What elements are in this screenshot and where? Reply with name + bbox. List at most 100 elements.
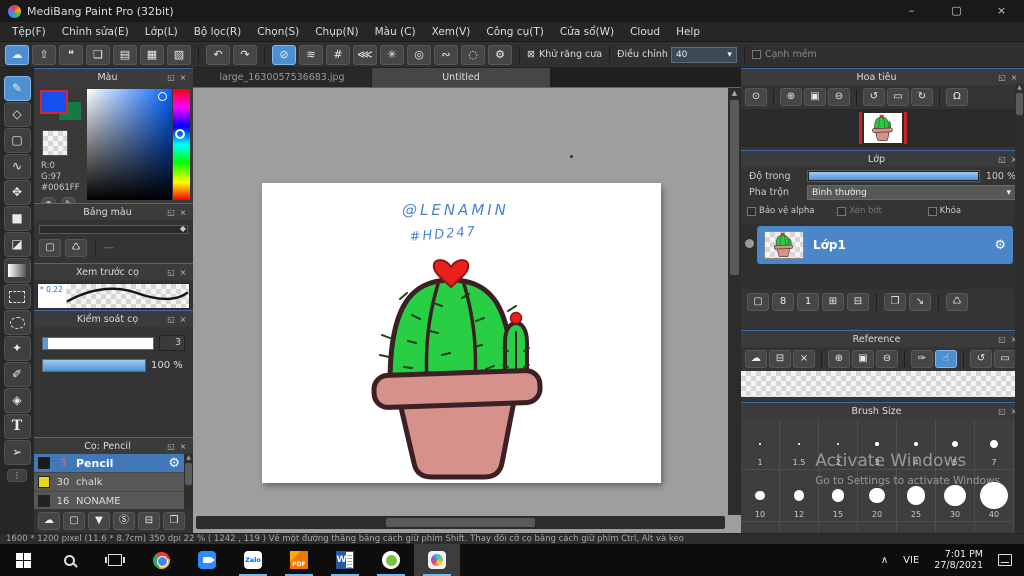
bucket-tool[interactable]: ◪ [3, 232, 31, 257]
palette-new-button[interactable]: ▢ [39, 239, 61, 257]
snap-grid-button[interactable]: # [326, 44, 350, 65]
rotate-ccw-button[interactable]: ↺ [863, 88, 885, 106]
brush-list-header[interactable]: Cọ: Pencil ◱ × [34, 438, 193, 454]
taskbar-search-button[interactable] [46, 544, 92, 576]
menu-item[interactable]: Chỉnh sửa(E) [54, 26, 137, 38]
notification-center-icon[interactable] [998, 554, 1012, 566]
select-pen-tool[interactable]: ✐ [3, 362, 31, 387]
menu-item[interactable]: Lớp(L) [137, 26, 186, 38]
taskbar-zalo[interactable]: Zalo [230, 544, 276, 576]
clipping-checkbox[interactable] [837, 206, 847, 216]
zoom-out-button[interactable]: ⊖ [828, 88, 850, 106]
saturation-value-picker[interactable] [87, 89, 172, 200]
chat-button[interactable]: ❝ [59, 44, 83, 65]
canvas-viewport[interactable]: @LENAMIN #HD247 [193, 88, 741, 533]
layer-visibility-icon[interactable] [745, 239, 754, 248]
document-button[interactable]: ▤ [113, 44, 137, 65]
popout-icon[interactable]: ◱ [165, 442, 177, 451]
layer-opacity-slider[interactable] [807, 170, 980, 182]
brush-size-cell[interactable]: 20 [858, 470, 897, 522]
scroll-up-icon[interactable]: ▲ [732, 89, 737, 97]
snap-parallel-button[interactable]: ≋ [299, 44, 323, 65]
select-eraser-tool[interactable]: ◈ [3, 388, 31, 413]
layer-panel-header[interactable]: Lớp ◱ × [741, 151, 1024, 167]
canvas-vertical-scrollbar[interactable]: ▲ [728, 88, 741, 515]
reference-rotate-button[interactable]: ↺ [970, 350, 992, 368]
brush-size-cell[interactable]: 12 [780, 470, 819, 522]
popout-icon[interactable]: ◱ [996, 73, 1008, 82]
snap-settings-button[interactable]: ⚙ [488, 44, 512, 65]
menu-item[interactable]: Màu (C) [367, 26, 424, 38]
brush-list-item[interactable]: 30 chalk [34, 473, 184, 492]
reference-open-button[interactable]: ⊟ [769, 350, 791, 368]
color-edit-button[interactable]: ✎ [61, 197, 76, 203]
close-icon[interactable]: × [177, 442, 189, 451]
menu-item[interactable]: Chụp(N) [307, 26, 366, 38]
rotate-cw-button[interactable]: ↻ [911, 88, 933, 106]
brush-list-item[interactable]: 3 Pencil ⚙ [34, 454, 184, 473]
close-icon[interactable]: × [177, 315, 189, 324]
brush-tool[interactable]: ✎ [3, 76, 31, 101]
reference-zoom-in-button[interactable]: ⊕ [828, 350, 850, 368]
brush-size-cell[interactable]: 10 [741, 470, 780, 522]
popout-icon[interactable]: ◱ [996, 407, 1008, 416]
brush-list-item[interactable]: 16 NONAME [34, 492, 184, 509]
reference-fit-button[interactable]: ▣ [852, 350, 874, 368]
layer-row[interactable]: Lớp1 ⚙ [757, 226, 1013, 264]
popout-icon[interactable]: ◱ [165, 315, 177, 324]
brush-script-button[interactable]: Ⓢ [113, 512, 135, 530]
layer-merge-button[interactable]: ↘ [909, 293, 931, 311]
scrollbar-thumb[interactable] [185, 463, 192, 485]
brush-size-header[interactable]: Brush Size ◱ × [741, 403, 1024, 419]
navigator-header[interactable]: Hoa tiêu ◱ × [741, 69, 1024, 85]
canvas-horizontal-scrollbar[interactable] [196, 516, 725, 529]
blend-mode-select[interactable]: Bình thường ▾ [807, 185, 1016, 200]
taskbar-chrome[interactable] [138, 544, 184, 576]
brush-duplicate-button[interactable]: ❐ [163, 512, 185, 530]
document-tab[interactable]: large_1630057536683.jpg [193, 68, 371, 87]
transparent-swatch[interactable] [42, 130, 68, 156]
cloud-sync-button[interactable]: ☁ [5, 44, 29, 65]
reference-header[interactable]: Reference ◱ × [741, 331, 1024, 347]
palette-mode-button[interactable]: ◉ [41, 197, 56, 203]
tray-chevron-icon[interactable]: ∧ [881, 555, 888, 566]
zoom-in-button[interactable]: ⊕ [780, 88, 802, 106]
brush-new-button[interactable]: ▢ [63, 512, 85, 530]
zoom-actual-button[interactable]: ⊙ [745, 88, 767, 106]
menu-item[interactable]: Công cụ(T) [478, 26, 551, 38]
menu-item[interactable]: Cloud [622, 26, 668, 38]
layer-folder-button[interactable]: ⊟ [847, 293, 869, 311]
more-tools-button[interactable]: ⋮ [7, 469, 27, 482]
close-icon[interactable]: × [1008, 73, 1020, 82]
gear-icon[interactable]: ⚙ [168, 456, 180, 471]
eraser-tool[interactable]: ◇ [3, 102, 31, 127]
minimize-button[interactable]: – [889, 0, 934, 22]
menu-item[interactable]: Tệp(F) [4, 26, 54, 38]
zoom-fit-button[interactable]: ▣ [804, 88, 826, 106]
brush-size-cell[interactable]: 3 [858, 419, 897, 470]
palette-trash-button[interactable]: ♺ [65, 239, 87, 257]
brush-size-cell[interactable] [819, 522, 858, 533]
brush-size-cell[interactable]: 5 [936, 419, 975, 470]
brush-size-slider[interactable] [42, 336, 154, 350]
brush-size-cell[interactable]: 15 [819, 470, 858, 522]
brush-list-scrollbar[interactable]: ▲ [184, 454, 193, 509]
snap-ellipse-button[interactable]: ◌ [461, 44, 485, 65]
brush-size-cell[interactable]: 30 [936, 470, 975, 522]
brush-size-scrollbar[interactable]: ▲ [1015, 84, 1024, 533]
scrollbar-thumb[interactable] [730, 100, 739, 275]
close-icon[interactable]: × [177, 268, 189, 277]
popout-icon[interactable]: ◱ [165, 268, 177, 277]
magic-wand-tool[interactable]: ✦ [3, 336, 31, 361]
menu-item[interactable]: Chọn(S) [249, 26, 307, 38]
layer-duplicate-button[interactable]: ❐ [884, 293, 906, 311]
reference-clear-button[interactable]: × [793, 350, 815, 368]
reference-cloud-button[interactable]: ☁ [745, 350, 767, 368]
close-button[interactable]: × [979, 0, 1024, 22]
foreground-swatch[interactable] [40, 90, 68, 114]
adjust-dropdown[interactable]: 40 ▾ [670, 46, 737, 63]
drawing-page[interactable]: @LENAMIN #HD247 [262, 183, 661, 483]
export-button[interactable]: ⇧ [32, 44, 56, 65]
hue-slider[interactable] [173, 89, 190, 200]
brush-size-cell[interactable]: 1.5 [780, 419, 819, 470]
